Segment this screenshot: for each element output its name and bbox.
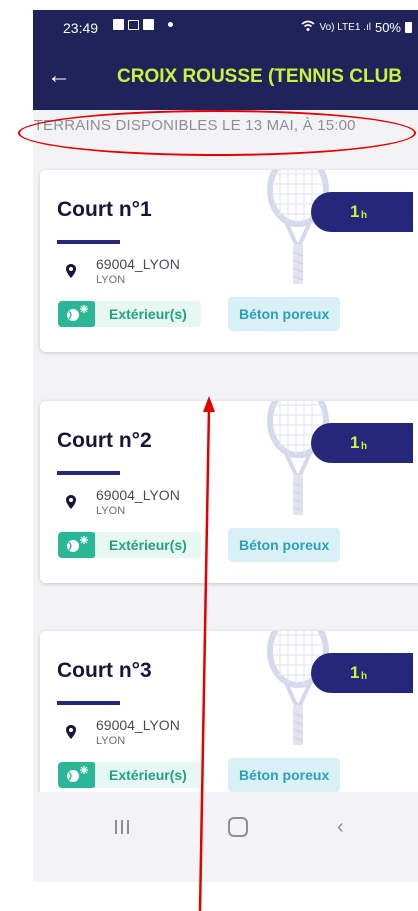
- duration-badge[interactable]: 1 h: [311, 192, 413, 232]
- court-card[interactable]: Court n°1 1 h 69004_LYON LYON Extérieur(…: [40, 170, 418, 352]
- battery-percent: 50%: [374, 20, 401, 35]
- court-city: LYON: [96, 505, 126, 517]
- status-bar: 23:49 Vo) LTE1 .ıl 50%: [33, 10, 418, 46]
- surface-tag: Béton poreux: [228, 528, 341, 562]
- club-title: CROIX ROUSSE (TENNIS CLUB: [117, 66, 403, 87]
- court-city: LYON: [96, 735, 126, 747]
- court-name: Court n°2: [57, 429, 152, 452]
- court-city: LYON: [96, 274, 126, 286]
- court-name: Court n°3: [57, 659, 152, 682]
- more-notifications-dot-icon: [168, 22, 173, 27]
- court-card[interactable]: Court n°3 1 h 69004_LYON LYON Extérieur(…: [40, 631, 418, 813]
- title-underline: [57, 701, 120, 705]
- android-nav-bar: ‹: [33, 792, 418, 882]
- status-time: 23:49: [63, 20, 99, 36]
- court-type-tag: Extérieur(s): [95, 532, 201, 558]
- home-icon[interactable]: [228, 817, 248, 837]
- app-notification-icon: [143, 19, 154, 30]
- court-name: Court n°1: [57, 198, 152, 221]
- court-type-tag: Extérieur(s): [95, 301, 201, 327]
- title-underline: [57, 240, 120, 244]
- recent-apps-icon[interactable]: [115, 820, 129, 834]
- duration-value: 1: [350, 433, 360, 452]
- location-pin-icon: [66, 725, 76, 739]
- annotation-ellipse: [18, 110, 416, 156]
- tennis-ball-sun-icon: [58, 532, 96, 558]
- wifi-icon: [301, 20, 315, 35]
- mail-notification-icon: [128, 19, 139, 30]
- duration-badge[interactable]: 1 h: [311, 653, 413, 693]
- location-pin-icon: [66, 495, 76, 509]
- duration-unit: h: [361, 441, 368, 452]
- surface-tag: Béton poreux: [228, 758, 341, 792]
- duration-value: 1: [350, 202, 360, 221]
- court-type-tag: Extérieur(s): [95, 762, 201, 788]
- court-address: 69004_LYON: [96, 256, 180, 272]
- duration-badge[interactable]: 1 h: [311, 423, 413, 463]
- surface-tag: Béton poreux: [228, 297, 341, 331]
- tennis-ball-sun-icon: [58, 762, 96, 788]
- status-right: Vo) LTE1 .ıl 50%: [301, 20, 412, 35]
- notification-icons: [113, 19, 173, 30]
- battery-icon: [405, 22, 412, 33]
- location-pin-icon: [66, 264, 76, 278]
- duration-value: 1: [350, 663, 360, 682]
- nav-back-icon[interactable]: ‹: [337, 817, 344, 837]
- back-arrow-icon[interactable]: ←: [47, 64, 71, 88]
- title-underline: [57, 471, 120, 475]
- court-address: 69004_LYON: [96, 487, 180, 503]
- app-bar: ← CROIX ROUSSE (TENNIS CLUB: [33, 46, 418, 110]
- duration-unit: h: [361, 671, 368, 682]
- signal-indicator: Vo) LTE1 .ıl: [319, 22, 371, 33]
- court-address: 69004_LYON: [96, 717, 180, 733]
- tennis-ball-sun-icon: [58, 301, 96, 327]
- court-card[interactable]: Court n°2 1 h 69004_LYON LYON Extérieur(…: [40, 401, 418, 583]
- gallery-notification-icon: [113, 19, 124, 30]
- duration-unit: h: [361, 210, 368, 221]
